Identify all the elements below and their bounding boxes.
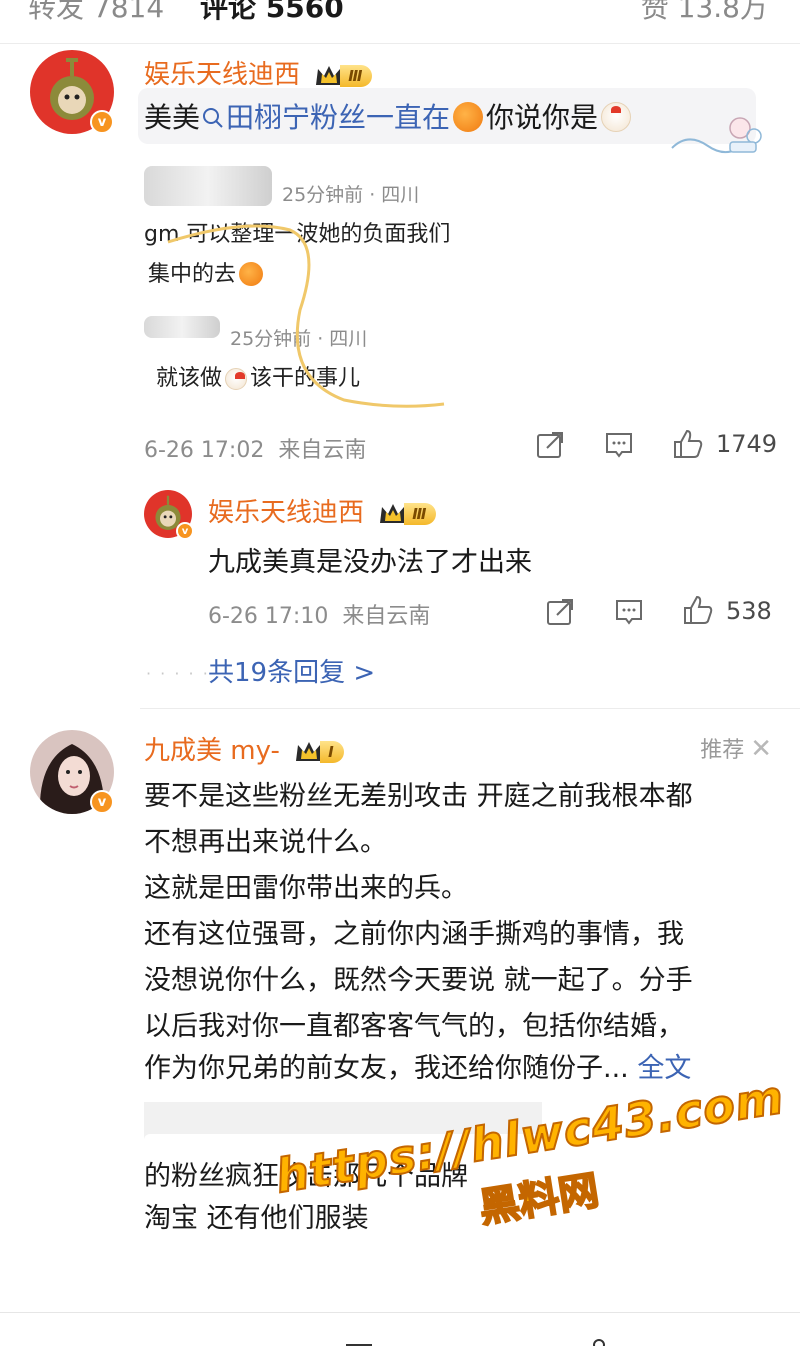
repost-icon[interactable] xyxy=(344,1333,374,1346)
verified-badge-icon: v xyxy=(90,110,114,134)
image-text-line: 淘宝 还有他们服装 xyxy=(144,1203,369,1234)
comment-text-mid: 你说你是 xyxy=(486,101,599,134)
comment-image[interactable]: 25分钟前 · 四川 gm 可以整理一波她的负面我们 集中的去 25分钟前 · … xyxy=(144,160,484,410)
comment-image-card: 的粉丝疯狂攻击那几个品牌 淘宝 还有他们服装 xyxy=(144,1134,542,1312)
username-label[interactable]: 娱乐天线迪西 xyxy=(208,498,364,528)
more-replies-link[interactable]: 共19条回复 > xyxy=(208,652,375,689)
like-count: 538 xyxy=(726,597,772,625)
comment-meta: 6-26 17:02 来自云南 xyxy=(144,432,366,464)
comment-tabbar: 转发 7814 评论 5560 赞 13.8万 xyxy=(0,0,800,44)
topic-search-link[interactable]: 田栩宁粉丝一直在 xyxy=(200,101,450,134)
close-icon[interactable]: ✕ xyxy=(750,734,772,764)
reply-username[interactable]: 娱乐天线迪西 Ⅲ xyxy=(208,492,437,529)
topic-label[interactable]: 田栩宁粉丝一直在 xyxy=(226,101,450,134)
avatar[interactable]: v xyxy=(144,490,194,540)
bubble-decoration-icon xyxy=(671,117,762,153)
comment-body-line: 还有这位强哥，之前你内涵手撕鸡的事情，我 xyxy=(144,919,684,950)
reply-text: 九成美真是没办法了才出来 xyxy=(208,547,532,578)
share-icon[interactable] xyxy=(535,430,565,460)
bottom-toolbar xyxy=(0,1312,800,1346)
comment-username[interactable]: 九成美 my- Ⅰ xyxy=(144,730,344,767)
comment-icon[interactable] xyxy=(614,597,644,627)
chicken-emoji-icon xyxy=(601,102,632,132)
username-label[interactable]: 娱乐天线迪西 xyxy=(144,60,300,90)
reply-thread-dots: · · · · · xyxy=(146,664,210,683)
comment-username[interactable]: 娱乐天线迪西 Ⅲ xyxy=(144,54,373,91)
member-level-badge: Ⅰ xyxy=(294,739,344,765)
reply-source: 来自云南 xyxy=(342,604,431,629)
tab-comments[interactable]: 评论 5560 xyxy=(200,0,344,26)
comment-text: 美美 田栩宁粉丝一直在 你说你是 xyxy=(144,96,634,136)
comment-source: 来自云南 xyxy=(278,438,367,463)
image-text-line: 的粉丝疯狂攻击那几个品牌 xyxy=(144,1161,468,1192)
comment-body-line: 这就是田雷你带出来的兵。 xyxy=(144,873,468,904)
comment-body-line: 不想再出来说什么。 xyxy=(144,827,387,858)
comment-image[interactable]: 的粉丝疯狂攻击那几个品牌 淘宝 还有他们服装 xyxy=(144,1102,542,1312)
comment-body-line: 没想说你什么，既然今天要说 就一起了。分手 xyxy=(144,965,693,996)
tab-likes[interactable]: 赞 13.8万 xyxy=(641,0,768,26)
recommend-tag: 推荐 ✕ xyxy=(700,732,772,764)
comment-body-line: 要不是这些粉丝无差别攻击 开庭之前我根本都 xyxy=(144,781,693,812)
member-level-label: Ⅲ xyxy=(340,64,373,87)
reply-time: 6-26 17:10 xyxy=(208,604,329,629)
like-icon[interactable] xyxy=(672,428,704,460)
comment-body-line: 作为你兄弟的前女友，我还给你随份子... 全文 xyxy=(144,1046,691,1085)
orange-emoji-icon xyxy=(453,102,484,132)
share-icon[interactable] xyxy=(545,597,575,627)
recommend-label: 推荐 xyxy=(700,738,745,763)
member-level-badge: Ⅲ xyxy=(378,501,437,527)
comment-time: 6-26 17:02 xyxy=(144,438,265,463)
member-level-label: Ⅰ xyxy=(320,740,344,763)
member-level-badge: Ⅲ xyxy=(314,63,373,89)
avatar[interactable]: v xyxy=(30,50,114,134)
comment-body-line: 以后我对你一直都客客气气的，包括你结婚， xyxy=(144,1011,684,1042)
username-label[interactable]: 九成美 my- xyxy=(144,736,280,766)
comment-text-prefix: 美美 xyxy=(144,101,201,134)
comment-icon[interactable] xyxy=(604,430,634,460)
like-icon[interactable] xyxy=(682,594,714,626)
verified-badge-icon: v xyxy=(90,790,114,814)
verified-badge-icon: v xyxy=(176,522,194,540)
comment-divider xyxy=(140,708,800,709)
member-level-label: Ⅲ xyxy=(404,502,437,525)
full-text-link[interactable]: 全文 xyxy=(637,1053,691,1084)
avatar[interactable]: v xyxy=(30,730,114,814)
comment-body-text: 作为你兄弟的前女友，我还给你随份子... xyxy=(144,1053,629,1084)
like-icon[interactable] xyxy=(584,1333,614,1346)
search-icon xyxy=(203,108,223,128)
tab-reposts[interactable]: 转发 7814 xyxy=(28,0,164,26)
like-count: 1749 xyxy=(716,430,778,458)
highlight-curve xyxy=(167,224,445,408)
reply-meta: 6-26 17:10 来自云南 xyxy=(208,598,430,630)
